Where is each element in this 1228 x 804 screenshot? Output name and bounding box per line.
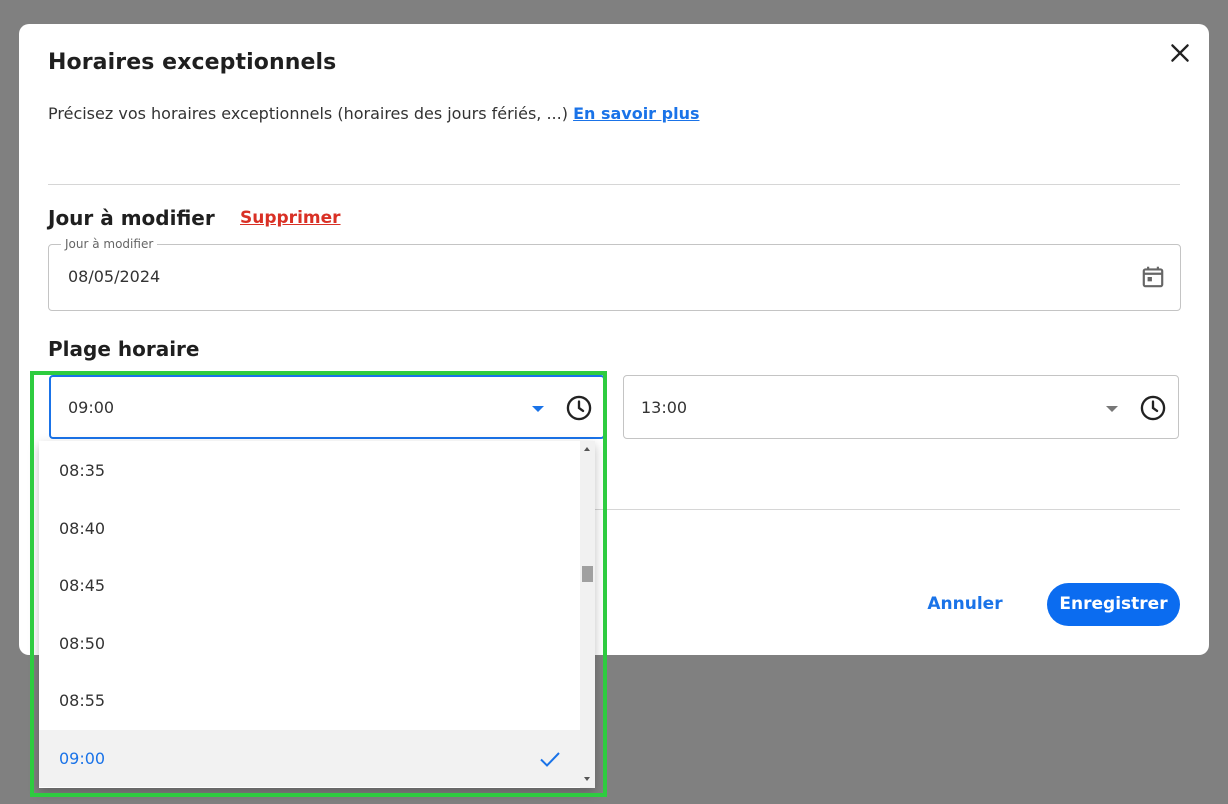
list-item[interactable]: 08:35 bbox=[39, 442, 580, 499]
list-item[interactable]: 08:50 bbox=[39, 615, 580, 672]
divider bbox=[48, 184, 1180, 185]
option-label: 08:45 bbox=[59, 576, 106, 595]
option-label: 08:55 bbox=[59, 691, 106, 710]
end-time-select[interactable]: 13:00 bbox=[623, 375, 1179, 439]
chevron-down-icon[interactable] bbox=[532, 406, 544, 412]
save-button[interactable]: Enregistrer bbox=[1047, 583, 1180, 626]
list-item[interactable]: 08:40 bbox=[39, 500, 580, 557]
time-section-title: Plage horaire bbox=[48, 337, 200, 361]
option-label: 09:00 bbox=[59, 749, 106, 768]
time-options-listbox[interactable]: 08:35 08:40 08:45 08:50 08:55 09:00 bbox=[39, 441, 595, 788]
scroll-down-arrow[interactable] bbox=[584, 777, 590, 781]
scroll-up-arrow[interactable] bbox=[584, 447, 590, 451]
list-item[interactable]: 08:55 bbox=[39, 672, 580, 729]
day-section-title: Jour à modifier bbox=[48, 206, 215, 230]
description-text: Précisez vos horaires exceptionnels (hor… bbox=[48, 104, 568, 123]
scrollbar[interactable] bbox=[580, 441, 595, 788]
option-label: 08:35 bbox=[59, 461, 106, 480]
calendar-icon bbox=[1142, 266, 1164, 288]
calendar-button[interactable] bbox=[1140, 264, 1166, 290]
start-time-value: 09:00 bbox=[68, 398, 115, 417]
option-label: 08:40 bbox=[59, 519, 106, 538]
start-time-select[interactable]: 09:00 bbox=[49, 375, 605, 439]
close-button[interactable] bbox=[1167, 40, 1193, 66]
list-item[interactable]: 08:45 bbox=[39, 557, 580, 614]
scroll-thumb[interactable] bbox=[582, 566, 593, 582]
learn-more-link[interactable]: En savoir plus bbox=[573, 104, 699, 123]
close-icon bbox=[1171, 44, 1189, 62]
check-icon bbox=[540, 752, 560, 767]
date-field[interactable]: Jour à modifier 08/05/2024 bbox=[48, 237, 1181, 311]
dialog-description: Précisez vos horaires exceptionnels (hor… bbox=[48, 104, 700, 123]
dialog-title: Horaires exceptionnels bbox=[48, 50, 337, 75]
end-time-value: 13:00 bbox=[641, 398, 688, 417]
clock-icon bbox=[566, 395, 592, 421]
end-clock-button[interactable] bbox=[1139, 394, 1167, 422]
date-field-label: Jour à modifier bbox=[61, 237, 158, 251]
date-value[interactable]: 08/05/2024 bbox=[68, 267, 160, 286]
option-label: 08:50 bbox=[59, 634, 106, 653]
chevron-down-icon[interactable] bbox=[1106, 406, 1118, 412]
clock-icon bbox=[1140, 395, 1166, 421]
list-item-selected[interactable]: 09:00 bbox=[39, 730, 580, 787]
delete-link[interactable]: Supprimer bbox=[240, 208, 341, 228]
start-clock-button[interactable] bbox=[565, 394, 593, 422]
cancel-button[interactable]: Annuler bbox=[917, 584, 1013, 624]
